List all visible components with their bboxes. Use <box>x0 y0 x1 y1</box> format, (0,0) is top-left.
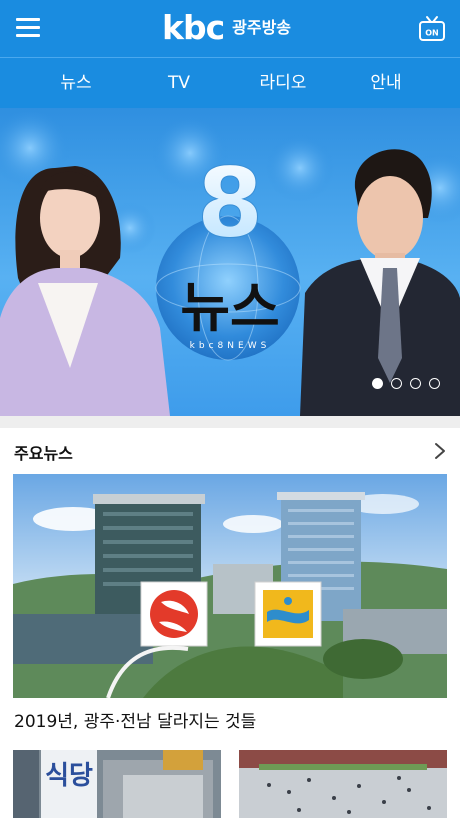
logo-subtitle: 광주방송 <box>232 18 292 37</box>
nav-item-news[interactable]: 뉴스 <box>36 58 116 108</box>
nav-item-radio[interactable]: 라디오 <box>243 58 323 108</box>
section-title: 주요뉴스 <box>14 444 73 463</box>
chevron-right-icon[interactable] <box>432 441 448 461</box>
section-divider <box>0 416 460 428</box>
carousel-dot-1[interactable] <box>372 378 383 389</box>
live-tv-icon[interactable]: ON <box>418 15 446 43</box>
news-banner[interactable]: 8 뉴스 kbc8NEWS <box>0 108 460 416</box>
app-header: kbc 광주방송 ON <box>0 0 460 57</box>
banner-number: 8 <box>197 147 264 259</box>
news-thumbnail-2[interactable] <box>239 750 447 818</box>
banner-illustration: 8 뉴스 kbc8NEWS <box>0 108 460 416</box>
thumbnail-sign-text: 식당 <box>45 761 93 791</box>
menu-icon[interactable] <box>16 18 40 38</box>
carousel-dot-2[interactable] <box>391 378 402 389</box>
top-news-header: 주요뉴스 <box>0 428 460 474</box>
carousel-dot-4[interactable] <box>429 378 440 389</box>
main-news-headline[interactable]: 2019년, 광주·전남 달라지는 것들 <box>14 707 256 732</box>
carousel-dot-3[interactable] <box>410 378 421 389</box>
banner-subtitle: kbc8NEWS <box>190 341 271 351</box>
main-news-image[interactable] <box>13 474 447 698</box>
nav-item-tv[interactable]: TV <box>139 58 219 108</box>
nav-item-info[interactable]: 안내 <box>346 58 426 108</box>
live-tv-label: ON <box>425 29 439 38</box>
news-thumbnail-1[interactable]: 식당 <box>13 750 221 818</box>
carousel-indicator <box>372 378 440 390</box>
female-anchor <box>0 166 170 416</box>
banner-title: 뉴스 <box>180 276 279 339</box>
kbc-logo[interactable]: kbc 광주방송 <box>162 8 291 48</box>
logo-text: kbc <box>162 8 225 47</box>
main-nav: 뉴스 TV 라디오 안내 <box>0 57 460 108</box>
